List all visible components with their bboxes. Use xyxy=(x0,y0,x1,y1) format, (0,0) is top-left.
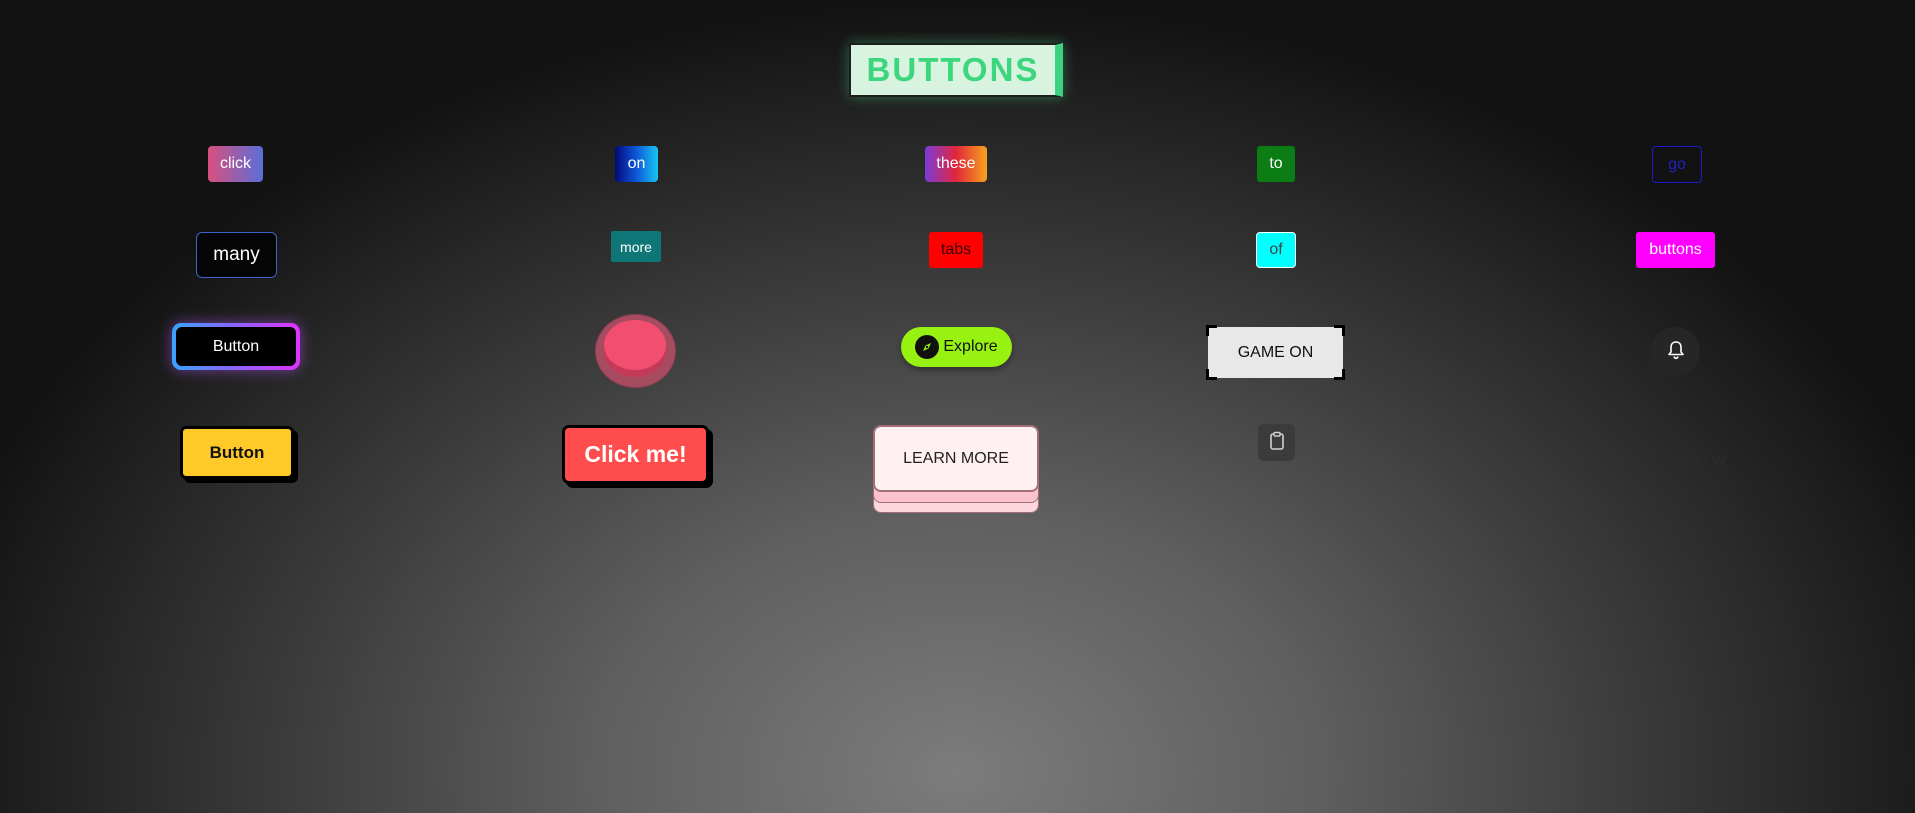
more-button[interactable]: more xyxy=(611,231,661,262)
many-button[interactable]: many xyxy=(196,232,277,278)
bell-icon xyxy=(1667,340,1685,364)
corner-bracket xyxy=(1334,369,1345,380)
click-me-button[interactable]: Click me! xyxy=(562,425,709,484)
learn-more-button[interactable]: LEARN MORE xyxy=(873,425,1039,492)
explore-button-label: Explore xyxy=(943,338,998,355)
on-button[interactable]: on xyxy=(615,146,658,182)
buttons-button[interactable]: buttons xyxy=(1636,232,1715,268)
play-now-button[interactable]: PLAY NOW xyxy=(1613,444,1739,480)
to-button[interactable]: to xyxy=(1257,146,1295,182)
clipboard-icon xyxy=(1269,431,1285,455)
of-button[interactable]: of xyxy=(1256,232,1296,268)
tabs-button[interactable]: tabs xyxy=(929,232,983,268)
gradient-glow-button-label: Button xyxy=(176,327,296,366)
learn-more-stack: LEARN MORE xyxy=(873,425,1039,514)
clipboard-button[interactable] xyxy=(1258,424,1295,461)
go-button[interactable]: go xyxy=(1652,146,1702,183)
corner-bracket xyxy=(1334,325,1345,336)
yellow-button[interactable]: Button xyxy=(180,426,294,479)
corner-bracket xyxy=(1206,369,1217,380)
click-button[interactable]: click xyxy=(208,146,263,182)
compass-icon xyxy=(915,335,940,359)
gradient-glow-button[interactable]: Button xyxy=(172,323,300,370)
bell-button[interactable] xyxy=(1651,327,1700,376)
page-title: BUTTONS xyxy=(849,43,1063,97)
these-button[interactable]: these xyxy=(925,146,987,182)
game-on-button-label: GAME ON xyxy=(1237,343,1314,361)
corner-bracket xyxy=(1206,325,1217,336)
game-on-button[interactable]: GAME ON xyxy=(1206,325,1345,380)
explore-button[interactable]: Explore xyxy=(901,327,1012,367)
red-push-button[interactable] xyxy=(595,314,676,388)
red-push-button-cap xyxy=(604,320,666,370)
